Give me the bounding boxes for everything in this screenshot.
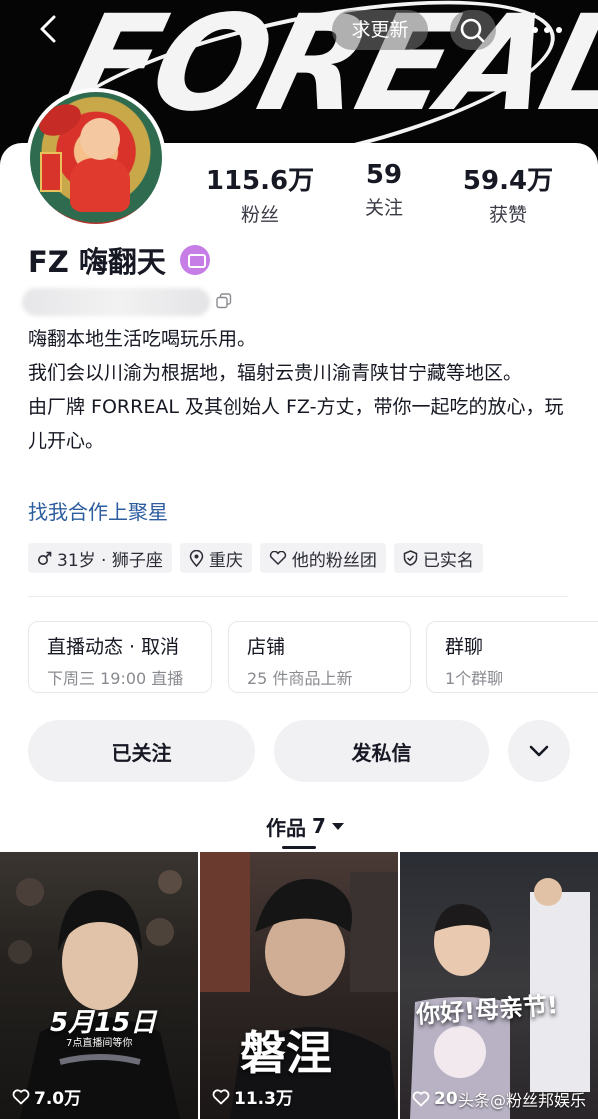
- verified-shield-icon: [403, 550, 418, 566]
- bio-line: 由厂牌 FORREAL 及其创始人 FZ-方丈，带你一起吃的放心，玩儿开心。: [28, 396, 564, 452]
- like-count: 11.3万: [234, 1089, 293, 1109]
- stat-value: 59.4万: [462, 166, 554, 196]
- divider: [28, 596, 568, 597]
- male-icon: [38, 551, 52, 565]
- profile-name: FZ 嗨翻天: [28, 245, 166, 279]
- video-tile[interactable]: 你好!母亲节! 20 头条@粉丝邦娱乐: [400, 852, 598, 1119]
- works-label: 作品: [266, 815, 306, 840]
- stat-followers[interactable]: 115.6万 粉丝: [200, 160, 320, 227]
- works-count: 7: [312, 814, 326, 838]
- video-likes: 20: [412, 1089, 458, 1109]
- avatar-art-banner: [40, 152, 62, 192]
- stat-following[interactable]: 59 关注: [344, 160, 424, 220]
- request-update-button[interactable]: 求更新: [332, 10, 428, 50]
- location-icon: [189, 549, 204, 567]
- chevron-down-icon: [529, 745, 549, 757]
- account-id-blurred: [22, 288, 210, 316]
- tag-location[interactable]: 重庆: [179, 543, 252, 573]
- video-subcaption: 7点直播间等你: [66, 1038, 133, 1049]
- like-count: 20: [434, 1089, 458, 1109]
- stat-value: 59: [365, 160, 403, 190]
- tag-label: 重庆: [208, 550, 243, 571]
- avatar[interactable]: [26, 88, 166, 228]
- video-likes: 7.0万: [12, 1084, 81, 1109]
- stat-label: 关注: [364, 197, 403, 219]
- tag-label: 31岁 · 狮子座: [57, 550, 163, 571]
- copy-icon[interactable]: [216, 293, 232, 309]
- account-id-row: [22, 286, 242, 316]
- avatar-art-body: [70, 158, 130, 212]
- tag-verified[interactable]: 已实名: [393, 543, 483, 573]
- search-icon: [460, 18, 485, 43]
- group-chat-card[interactable]: 群聊 1个群聊: [426, 621, 598, 693]
- verified-badge-icon[interactable]: [179, 245, 210, 275]
- video-grid: 5月15日 7点直播间等你 7.0万 磐涅 11.3万 你好!母亲节! 20 头…: [0, 852, 598, 1119]
- stat-likes[interactable]: 59.4万 获赞: [448, 160, 568, 227]
- avatar-art-face: [80, 118, 120, 160]
- card-title: 店铺: [247, 636, 286, 658]
- video-thumbnail: [410, 878, 590, 1119]
- heart-icon: [412, 1091, 430, 1107]
- card-subtitle: 下周三 19:00 直播: [47, 669, 184, 688]
- video-caption: 磐涅: [240, 1026, 332, 1080]
- card-subtitle: 1个群聊: [445, 669, 504, 688]
- name-row: FZ 嗨翻天: [28, 240, 210, 280]
- video-tile[interactable]: 5月15日 7点直播间等你 7.0万: [0, 852, 198, 1119]
- stat-label: 粉丝: [240, 204, 279, 226]
- profile-bio: 嗨翻本地生活吃喝玩乐用。 我们会以川渝为根据地，辐射云贵川渝青陕甘宁藏等地区。 …: [28, 322, 578, 458]
- like-count: 7.0万: [34, 1089, 82, 1109]
- search-button[interactable]: [450, 10, 496, 50]
- message-button[interactable]: 发私信: [274, 720, 489, 782]
- tag-label: 他的粉丝团: [291, 550, 377, 571]
- fan-club-icon: [269, 551, 286, 565]
- watermark-text: 头条@粉丝邦娱乐: [457, 1091, 586, 1110]
- video-likes: 11.3万: [212, 1084, 293, 1109]
- shop-card[interactable]: 店铺 25 件商品上新: [228, 621, 411, 693]
- bio-line: 我们会以川渝为根据地，辐射云贵川渝青陕甘宁藏等地区。: [28, 362, 523, 384]
- following-button[interactable]: 已关注: [28, 720, 255, 782]
- heart-icon: [12, 1088, 30, 1104]
- video-thumbnail: [8, 870, 182, 1119]
- tab-underline: [282, 846, 316, 849]
- collab-link[interactable]: 找我合作上聚星: [28, 496, 168, 525]
- tag-age: 31岁 · 狮子座: [28, 543, 172, 573]
- tab-works[interactable]: 作品 7: [266, 806, 344, 846]
- tag-label: 已实名: [422, 550, 474, 571]
- card-subtitle: 25 件商品上新: [247, 669, 353, 688]
- card-title: 群聊: [445, 636, 484, 658]
- tag-fan-club[interactable]: 他的粉丝团: [259, 543, 386, 573]
- action-buttons: 已关注 发私信: [28, 720, 570, 782]
- more-actions-button[interactable]: [508, 720, 570, 782]
- stat-label: 获赞: [488, 204, 527, 226]
- chevron-left-icon[interactable]: [34, 14, 64, 44]
- caret-down-icon: [331, 822, 344, 830]
- heart-icon: [212, 1088, 230, 1104]
- stat-value: 115.6万: [205, 166, 315, 196]
- live-schedule-card[interactable]: 直播动态 · 取消 下周三 19:00 直播: [28, 621, 212, 693]
- feature-cards: 直播动态 · 取消 下周三 19:00 直播 店铺 25 件商品上新 群聊 1个…: [28, 621, 598, 693]
- bio-line: 嗨翻本地生活吃喝玩乐用。: [28, 328, 257, 350]
- profile-tags: 31岁 · 狮子座 重庆 他的粉丝团 已实名: [28, 543, 483, 573]
- video-tile[interactable]: 磐涅 11.3万: [200, 852, 398, 1119]
- more-dots-icon[interactable]: [527, 18, 567, 42]
- card-title: 直播动态 · 取消: [47, 636, 180, 658]
